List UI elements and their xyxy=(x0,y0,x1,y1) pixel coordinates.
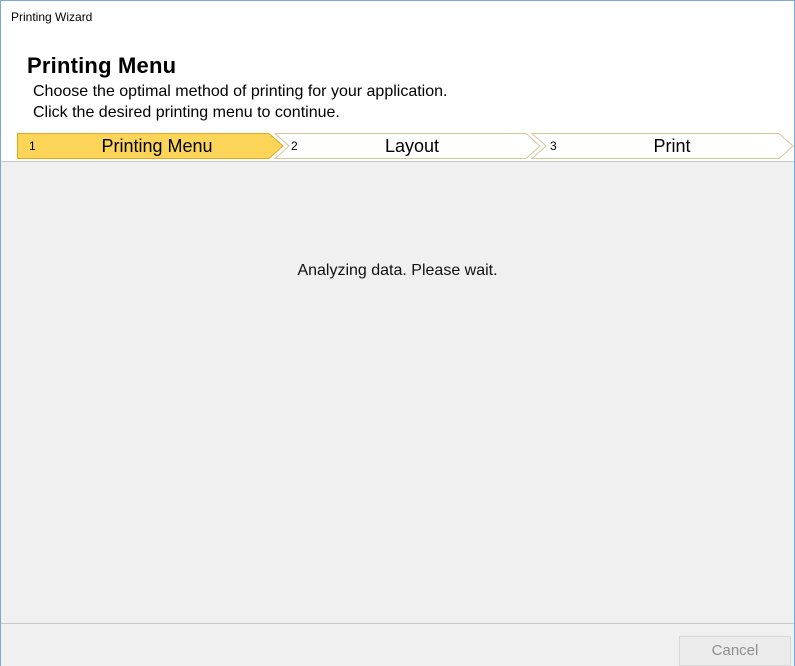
step-2-label: Layout xyxy=(384,136,440,156)
instruction-line-2: Click the desired printing menu to conti… xyxy=(33,104,340,121)
wizard-header: Printing Menu Choose the optimal method … xyxy=(1,31,794,161)
content-panel: Analyzing data. Please wait. xyxy=(1,161,794,624)
step-1-label: Printing Menu xyxy=(101,136,213,156)
step-1-number: 1 xyxy=(29,139,36,153)
title-bar: Printing Wizard xyxy=(1,1,794,31)
step-3-label: Print xyxy=(653,136,691,156)
wizard-steps: 1 Printing Menu 2 Layout 3 Print xyxy=(17,133,794,159)
step-2-number: 2 xyxy=(291,139,298,153)
step-3-number: 3 xyxy=(550,139,557,153)
button-bar: Cancel xyxy=(1,623,794,666)
instruction-line-1: Choose the optimal method of printing fo… xyxy=(33,83,448,100)
cancel-button[interactable]: Cancel xyxy=(679,636,791,666)
analyzing-status-text: Analyzing data. Please wait. xyxy=(297,262,498,279)
window-title: Printing Wizard xyxy=(11,10,93,24)
printing-wizard-window: Printing Wizard Printing Menu Choose the… xyxy=(0,0,795,666)
page-title: Printing Menu xyxy=(27,53,177,78)
